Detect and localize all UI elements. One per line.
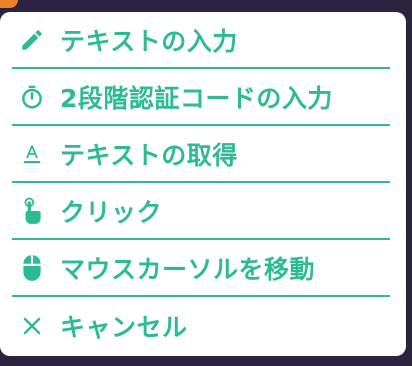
mouse-icon bbox=[14, 250, 50, 286]
menu-item-label: テキストの取得 bbox=[60, 140, 238, 170]
menu-item-label: テキストの入力 bbox=[60, 26, 238, 56]
menu-item-enter-text[interactable]: テキストの入力 bbox=[12, 12, 390, 69]
menu-item-label: マウスカーソルを移動 bbox=[60, 254, 316, 284]
menu-item-cancel[interactable]: キャンセル bbox=[12, 297, 390, 354]
pencil-icon bbox=[14, 22, 50, 58]
menu-item-label: クリック bbox=[60, 197, 163, 227]
accent-corner bbox=[0, 0, 18, 8]
menu-item-enter-2fa-code[interactable]: 2段階認証コードの入力 bbox=[12, 69, 390, 126]
text-underline-icon bbox=[14, 136, 50, 172]
menu-item-label: 2段階認証コードの入力 bbox=[60, 83, 333, 113]
menu-item-get-text[interactable]: テキストの取得 bbox=[12, 126, 390, 183]
menu-item-click[interactable]: クリック bbox=[12, 183, 390, 240]
menu-item-move-mouse-cursor[interactable]: マウスカーソルを移動 bbox=[12, 240, 390, 297]
menu-item-label: キャンセル bbox=[60, 312, 188, 342]
context-menu: テキストの入力 2段階認証コードの入力 テキストの取得 クリック マウスカーソル… bbox=[0, 12, 406, 356]
close-icon bbox=[14, 308, 50, 344]
pointer-hand-icon bbox=[14, 193, 50, 229]
stopwatch-icon bbox=[14, 79, 50, 115]
